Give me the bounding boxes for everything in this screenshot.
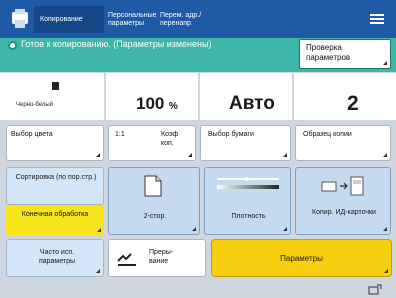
density-icon bbox=[217, 176, 279, 192]
zoom-value-wrap: 100 % bbox=[136, 94, 178, 114]
paper-select-button[interactable]: Выбор бумаги bbox=[200, 125, 291, 161]
tab-forwarding-label: Перем. адр./перенапр. bbox=[160, 11, 202, 27]
interrupt-label: Преры-вание bbox=[149, 249, 174, 265]
zoom-value: 100 bbox=[136, 94, 165, 113]
sort-button[interactable]: Сортировка (по пор.стр.) bbox=[6, 167, 104, 205]
color-select-button[interactable]: Выбор цвета bbox=[6, 125, 104, 161]
duplex-icon bbox=[144, 175, 162, 197]
duplex-label: 2-стор. bbox=[143, 213, 167, 220]
zoom-ratio-button[interactable]: 1:1 Коэф коп. bbox=[108, 125, 196, 161]
tab-personal-settings-label: Персональные параметры bbox=[108, 11, 157, 27]
interrupt-icon bbox=[117, 251, 137, 267]
color-mode-panel bbox=[0, 73, 104, 120]
zoom-unit: % bbox=[168, 101, 178, 112]
id-card-copy-button[interactable]: Копир. ИД-карточки bbox=[295, 167, 391, 235]
sort-label: Сортировка (по пор.стр.) bbox=[15, 174, 97, 181]
tab-personal-settings[interactable]: Персональные параметры bbox=[108, 6, 157, 33]
tab-forwarding[interactable]: Перем. адр./перенапр. bbox=[160, 6, 206, 33]
device-status-icon[interactable] bbox=[368, 283, 382, 295]
menu-icon[interactable] bbox=[364, 6, 390, 32]
copies-panel bbox=[294, 73, 396, 120]
tab-copy[interactable]: Копирование bbox=[34, 6, 104, 33]
status-ok-icon bbox=[8, 41, 17, 50]
copy-app-icon[interactable] bbox=[6, 5, 34, 33]
color-mode-text: Черно-белый bbox=[16, 102, 53, 108]
bottom-bar bbox=[0, 280, 396, 298]
ratio-11-label: 1:1 bbox=[115, 131, 125, 138]
frequent-settings-label: Часто исп. параметры bbox=[38, 249, 76, 265]
id-card-label: Копир. ИД-карточки bbox=[312, 209, 376, 216]
density-button[interactable]: Плотность bbox=[204, 167, 291, 235]
check-settings-button[interactable]: Проверка параметров bbox=[299, 39, 391, 69]
paper-select-label: Выбор бумаги bbox=[208, 131, 254, 138]
finishing-label: Конечная обработка bbox=[21, 211, 89, 218]
id-card-icon bbox=[320, 175, 368, 197]
density-label: Плотность bbox=[231, 213, 266, 220]
status-text: Готов к копированию. (Параметры изменены… bbox=[21, 39, 212, 49]
frequent-settings-button[interactable]: Часто исп. параметры bbox=[6, 239, 104, 277]
finishing-button[interactable]: Конечная обработка bbox=[6, 205, 104, 235]
check-settings-label: Проверка параметров bbox=[306, 43, 351, 62]
parameters-label: Параметры bbox=[280, 253, 323, 263]
tab-copy-label: Копирование bbox=[40, 15, 83, 23]
sample-copy-button[interactable]: Образец копии bbox=[295, 125, 391, 161]
ratio-coef-label: Коэф коп. bbox=[161, 131, 179, 147]
copies-count: 2 bbox=[347, 92, 359, 115]
sample-copy-label: Образец копии bbox=[303, 131, 352, 138]
interrupt-button[interactable]: Преры-вание bbox=[108, 239, 206, 277]
duplex-button[interactable]: 2-стор. bbox=[108, 167, 200, 235]
bw-icon bbox=[52, 82, 59, 90]
color-select-label: Выбор цвета bbox=[11, 131, 53, 138]
parameters-button[interactable]: Параметры bbox=[211, 239, 392, 277]
paper-value: Авто bbox=[229, 93, 275, 114]
